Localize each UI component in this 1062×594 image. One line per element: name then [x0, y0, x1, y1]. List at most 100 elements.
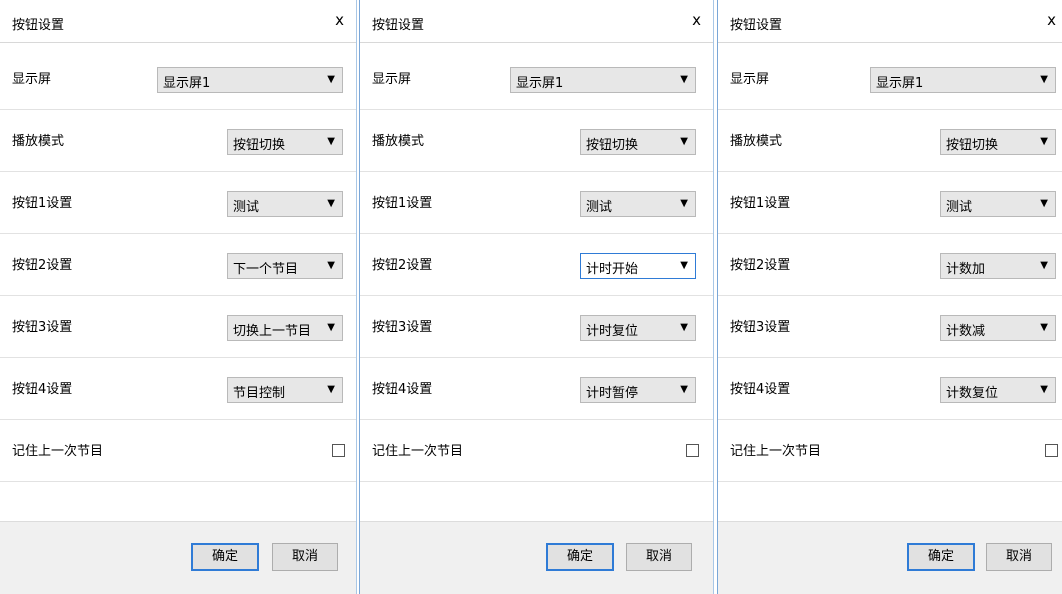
display-row: 显示屏 显示屏1 ▼: [360, 48, 713, 110]
button4-row: 按钮4设置 节目控制 ▼: [0, 358, 356, 420]
cancel-button[interactable]: 取消: [272, 543, 338, 571]
button3-label: 按钮3设置: [730, 320, 791, 335]
button2-select-value: 下一个节目: [233, 262, 299, 277]
button1-select-value: 测试: [586, 200, 613, 215]
remember-checkbox[interactable]: [332, 444, 345, 457]
close-icon[interactable]: x: [692, 11, 701, 29]
button-settings-dialog-2: 按钮设置 x 显示屏 显示屏1 ▼ 播放模式 按钮切换 ▼ 按钮1设置 测试 ▼…: [359, 0, 714, 594]
button4-select-value: 节目控制: [233, 386, 286, 401]
button1-select[interactable]: 测试 ▼: [227, 191, 343, 217]
display-select[interactable]: 显示屏1 ▼: [157, 67, 343, 93]
confirm-button[interactable]: 确定: [907, 543, 975, 571]
button1-select-value: 测试: [946, 200, 973, 215]
remember-checkbox[interactable]: [686, 444, 699, 457]
button4-select-value: 计数复位: [946, 386, 999, 401]
display-select-value: 显示屏1: [876, 76, 924, 91]
chevron-down-icon: ▼: [680, 198, 688, 209]
cancel-button[interactable]: 取消: [986, 543, 1052, 571]
remember-label: 记住上一次节目: [730, 444, 822, 459]
display-label: 显示屏: [372, 72, 412, 87]
chevron-down-icon: ▼: [680, 74, 688, 85]
button2-select[interactable]: 计数加 ▼: [940, 253, 1056, 279]
chevron-down-icon: ▼: [327, 260, 335, 271]
dialog-title: 按钮设置: [12, 18, 65, 33]
button2-row: 按钮2设置 计数加 ▼: [718, 234, 1062, 296]
display-select-value: 显示屏1: [163, 76, 211, 91]
button1-row: 按钮1设置 测试 ▼: [718, 172, 1062, 234]
mode-select[interactable]: 按钮切换 ▼: [580, 129, 696, 155]
button3-select-value: 计时复位: [586, 324, 639, 339]
button2-row: 按钮2设置 计时开始 ▼: [360, 234, 713, 296]
remember-checkbox[interactable]: [1045, 444, 1058, 457]
chevron-down-icon: ▼: [680, 322, 688, 333]
chevron-down-icon: ▼: [680, 136, 688, 147]
button4-select-value: 计时暂停: [586, 386, 639, 401]
button-settings-dialog-1: 按钮设置 x 显示屏 显示屏1 ▼ 播放模式 按钮切换 ▼ 按钮1设置 测试 ▼…: [0, 0, 357, 594]
button2-label: 按钮2设置: [12, 258, 73, 273]
button1-select[interactable]: 测试 ▼: [940, 191, 1056, 217]
button3-select-value: 切换上一节目: [233, 324, 312, 339]
close-icon[interactable]: x: [1047, 11, 1056, 29]
button2-row: 按钮2设置 下一个节目 ▼: [0, 234, 356, 296]
chevron-down-icon: ▼: [327, 136, 335, 147]
cancel-button[interactable]: 取消: [626, 543, 692, 571]
button3-label: 按钮3设置: [12, 320, 73, 335]
display-select[interactable]: 显示屏1 ▼: [510, 67, 696, 93]
remember-label: 记住上一次节目: [372, 444, 464, 459]
button4-select[interactable]: 节目控制 ▼: [227, 377, 343, 403]
mode-label: 播放模式: [12, 134, 65, 149]
chevron-down-icon: ▼: [1040, 260, 1048, 271]
button2-label: 按钮2设置: [730, 258, 791, 273]
dialog-footer: 确定 取消: [0, 521, 356, 594]
display-select[interactable]: 显示屏1 ▼: [870, 67, 1056, 93]
display-label: 显示屏: [12, 72, 52, 87]
button3-row: 按钮3设置 计时复位 ▼: [360, 296, 713, 358]
button2-label: 按钮2设置: [372, 258, 433, 273]
button2-select[interactable]: 计时开始 ▼: [580, 253, 696, 279]
button1-select[interactable]: 测试 ▼: [580, 191, 696, 217]
button4-label: 按钮4设置: [730, 382, 791, 397]
button3-select[interactable]: 计数减 ▼: [940, 315, 1056, 341]
button4-row: 按钮4设置 计数复位 ▼: [718, 358, 1062, 420]
button1-label: 按钮1设置: [730, 196, 791, 211]
display-row: 显示屏 显示屏1 ▼: [0, 48, 356, 110]
button4-label: 按钮4设置: [372, 382, 433, 397]
button1-row: 按钮1设置 测试 ▼: [360, 172, 713, 234]
close-icon[interactable]: x: [335, 11, 344, 29]
dialog-title: 按钮设置: [730, 18, 783, 33]
chevron-down-icon: ▼: [327, 322, 335, 333]
dialog-footer: 确定 取消: [360, 521, 713, 594]
dialog-titlebar: 按钮设置 x: [718, 0, 1062, 43]
dialog-title: 按钮设置: [372, 18, 425, 33]
button4-select[interactable]: 计时暂停 ▼: [580, 377, 696, 403]
mode-label: 播放模式: [730, 134, 783, 149]
button3-row: 按钮3设置 计数减 ▼: [718, 296, 1062, 358]
mode-row: 播放模式 按钮切换 ▼: [718, 110, 1062, 172]
confirm-button[interactable]: 确定: [546, 543, 614, 571]
button2-select[interactable]: 下一个节目 ▼: [227, 253, 343, 279]
chevron-down-icon: ▼: [1040, 136, 1048, 147]
button1-select-value: 测试: [233, 200, 260, 215]
confirm-button[interactable]: 确定: [191, 543, 259, 571]
mode-select[interactable]: 按钮切换 ▼: [227, 129, 343, 155]
display-select-value: 显示屏1: [516, 76, 564, 91]
button3-select-value: 计数减: [946, 324, 986, 339]
mode-select-value: 按钮切换: [586, 138, 639, 153]
remember-label: 记住上一次节目: [12, 444, 104, 459]
button3-select[interactable]: 计时复位 ▼: [580, 315, 696, 341]
mode-row: 播放模式 按钮切换 ▼: [360, 110, 713, 172]
chevron-down-icon: ▼: [1040, 322, 1048, 333]
button3-row: 按钮3设置 切换上一节目 ▼: [0, 296, 356, 358]
mode-select[interactable]: 按钮切换 ▼: [940, 129, 1056, 155]
button3-label: 按钮3设置: [372, 320, 433, 335]
remember-row: 记住上一次节目: [718, 420, 1062, 482]
chevron-down-icon: ▼: [1040, 74, 1048, 85]
button4-row: 按钮4设置 计时暂停 ▼: [360, 358, 713, 420]
chevron-down-icon: ▼: [680, 260, 688, 271]
mode-select-value: 按钮切换: [233, 138, 286, 153]
dialog-footer: 确定 取消: [718, 521, 1062, 594]
display-row: 显示屏 显示屏1 ▼: [718, 48, 1062, 110]
button4-select[interactable]: 计数复位 ▼: [940, 377, 1056, 403]
button2-select-value: 计数加: [946, 262, 986, 277]
button3-select[interactable]: 切换上一节目 ▼: [227, 315, 343, 341]
